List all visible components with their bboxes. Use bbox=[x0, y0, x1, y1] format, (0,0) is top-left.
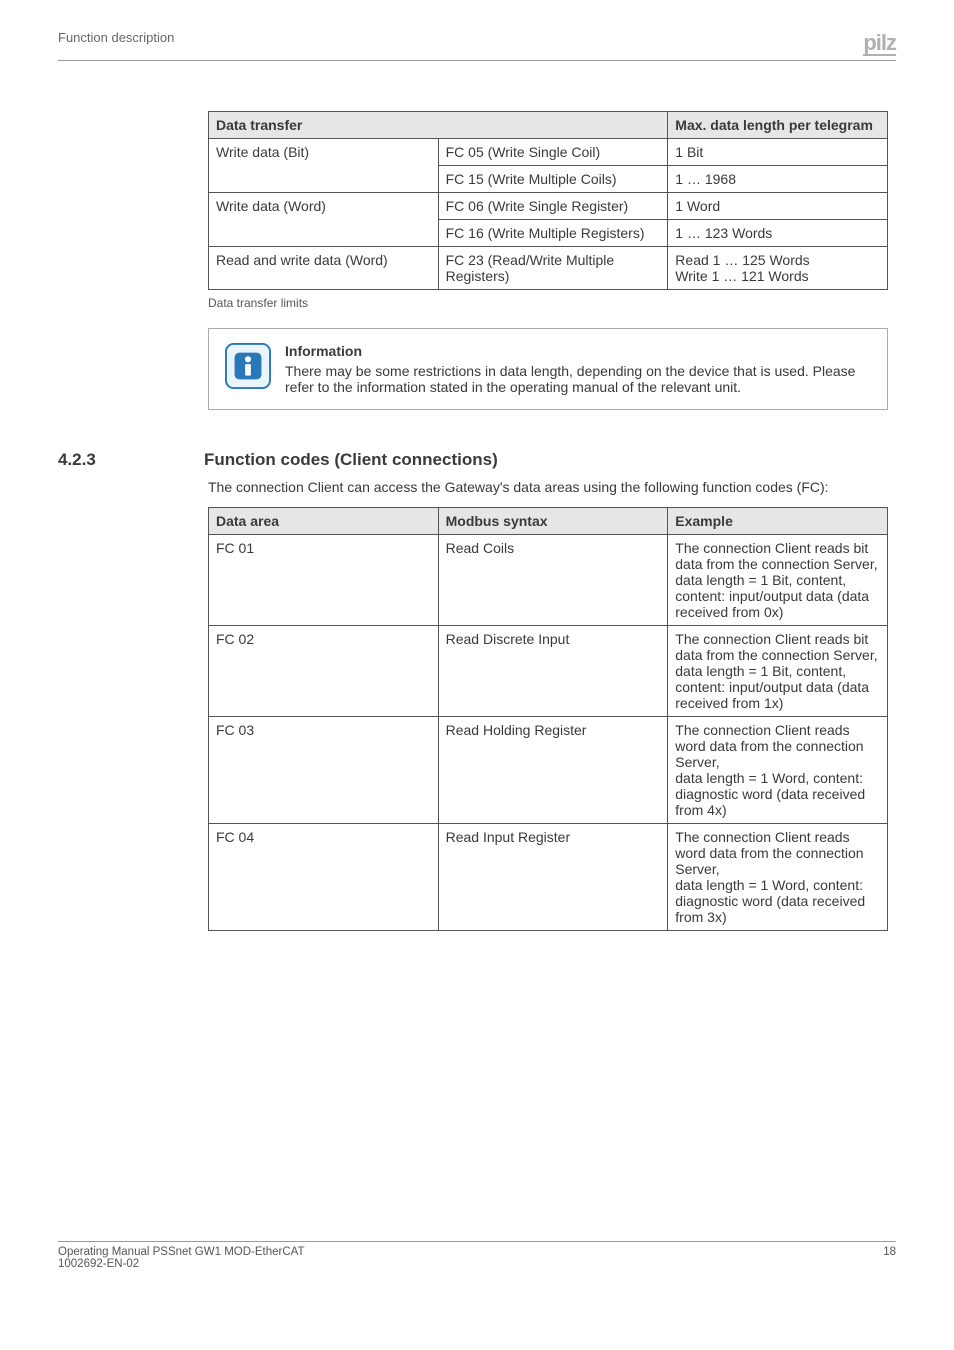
t2-r1-c1: FC 02 bbox=[209, 625, 439, 716]
t2-r1-c3: The connection Client reads bit data fro… bbox=[668, 625, 888, 716]
table-row: FC 02 Read Discrete Input The connection… bbox=[209, 625, 888, 716]
t2-r3-c2: Read Input Register bbox=[438, 823, 668, 930]
t1-h2: Max. data length per telegram bbox=[668, 112, 888, 139]
t2-h2: Modbus syntax bbox=[438, 507, 668, 534]
t1-r4-c3: Read 1 … 125 Words Write 1 … 121 Words bbox=[668, 247, 888, 290]
t1-r3-c2: FC 16 (Write Multiple Registers) bbox=[438, 220, 668, 247]
section-title: Function codes (Client connections) bbox=[204, 450, 498, 470]
page-footer: Operating Manual PSSnet GW1 MOD-EtherCAT… bbox=[58, 1241, 896, 1270]
t2-r2-c2: Read Holding Register bbox=[438, 716, 668, 823]
t1-h1: Data transfer bbox=[209, 112, 668, 139]
t2-r3-c3: The connection Client reads word data fr… bbox=[668, 823, 888, 930]
table-row: Read and write data (Word) FC 23 (Read/W… bbox=[209, 247, 888, 290]
table-row: Write data (Bit) FC 05 (Write Single Coi… bbox=[209, 139, 888, 166]
t2-r2-c1: FC 03 bbox=[209, 716, 439, 823]
table-row: Write data (Word) FC 06 (Write Single Re… bbox=[209, 193, 888, 220]
t2-r3-c1: FC 04 bbox=[209, 823, 439, 930]
t2-r0-c2: Read Coils bbox=[438, 534, 668, 625]
t2-r0-c1: FC 01 bbox=[209, 534, 439, 625]
t1-r0-c3: 1 Bit bbox=[668, 139, 888, 166]
function-codes-table: Data area Modbus syntax Example FC 01 Re… bbox=[208, 507, 888, 931]
footer-doc-id: 1002692-EN-02 bbox=[58, 1258, 139, 1270]
table-row: FC 04 Read Input Register The connection… bbox=[209, 823, 888, 930]
t1-r4-c1: Read and write data (Word) bbox=[209, 247, 439, 290]
page-header: Function description pilz bbox=[58, 30, 896, 61]
t1-r0-c2: FC 05 (Write Single Coil) bbox=[438, 139, 668, 166]
footer-doc-title: Operating Manual PSSnet GW1 MOD-EtherCAT bbox=[58, 1246, 305, 1258]
footer-page-number: 18 bbox=[883, 1246, 896, 1270]
t1-r1-c2: FC 15 (Write Multiple Coils) bbox=[438, 166, 668, 193]
t2-r2-c3: The connection Client reads word data fr… bbox=[668, 716, 888, 823]
t2-h3: Example bbox=[668, 507, 888, 534]
brand-logo: pilz bbox=[863, 30, 896, 56]
table-row: FC 03 Read Holding Register The connecti… bbox=[209, 716, 888, 823]
info-text: There may be some restrictions in data l… bbox=[285, 363, 871, 395]
brand-logo-text: pilz bbox=[863, 33, 896, 56]
footer-left: Operating Manual PSSnet GW1 MOD-EtherCAT… bbox=[58, 1246, 305, 1270]
breadcrumb: Function description bbox=[58, 30, 174, 45]
t1-r2-c2: FC 06 (Write Single Register) bbox=[438, 193, 668, 220]
t1-r2-c1: Write data (Word) bbox=[209, 193, 439, 247]
t1-r2-c3: 1 Word bbox=[668, 193, 888, 220]
t1-r3-c3: 1 … 123 Words bbox=[668, 220, 888, 247]
t1-r4-c2: FC 23 (Read/Write Multiple Registers) bbox=[438, 247, 668, 290]
info-icon bbox=[225, 343, 271, 389]
data-transfer-table: Data transfer Max. data length per teleg… bbox=[208, 111, 888, 290]
t1-r0-c1: Write data (Bit) bbox=[209, 139, 439, 193]
info-callout: Information There may be some restrictio… bbox=[208, 328, 888, 410]
table-row: FC 01 Read Coils The connection Client r… bbox=[209, 534, 888, 625]
t2-r0-c3: The connection Client reads bit data fro… bbox=[668, 534, 888, 625]
t2-r1-c2: Read Discrete Input bbox=[438, 625, 668, 716]
info-body: Information There may be some restrictio… bbox=[285, 343, 871, 395]
t1-r1-c3: 1 … 1968 bbox=[668, 166, 888, 193]
t2-h1: Data area bbox=[209, 507, 439, 534]
table1-caption: Data transfer limits bbox=[208, 296, 896, 310]
section-paragraph: The connection Client can access the Gat… bbox=[208, 478, 888, 497]
section-heading: 4.2.3 Function codes (Client connections… bbox=[58, 450, 896, 470]
section-number: 4.2.3 bbox=[58, 450, 168, 470]
info-title: Information bbox=[285, 343, 871, 359]
